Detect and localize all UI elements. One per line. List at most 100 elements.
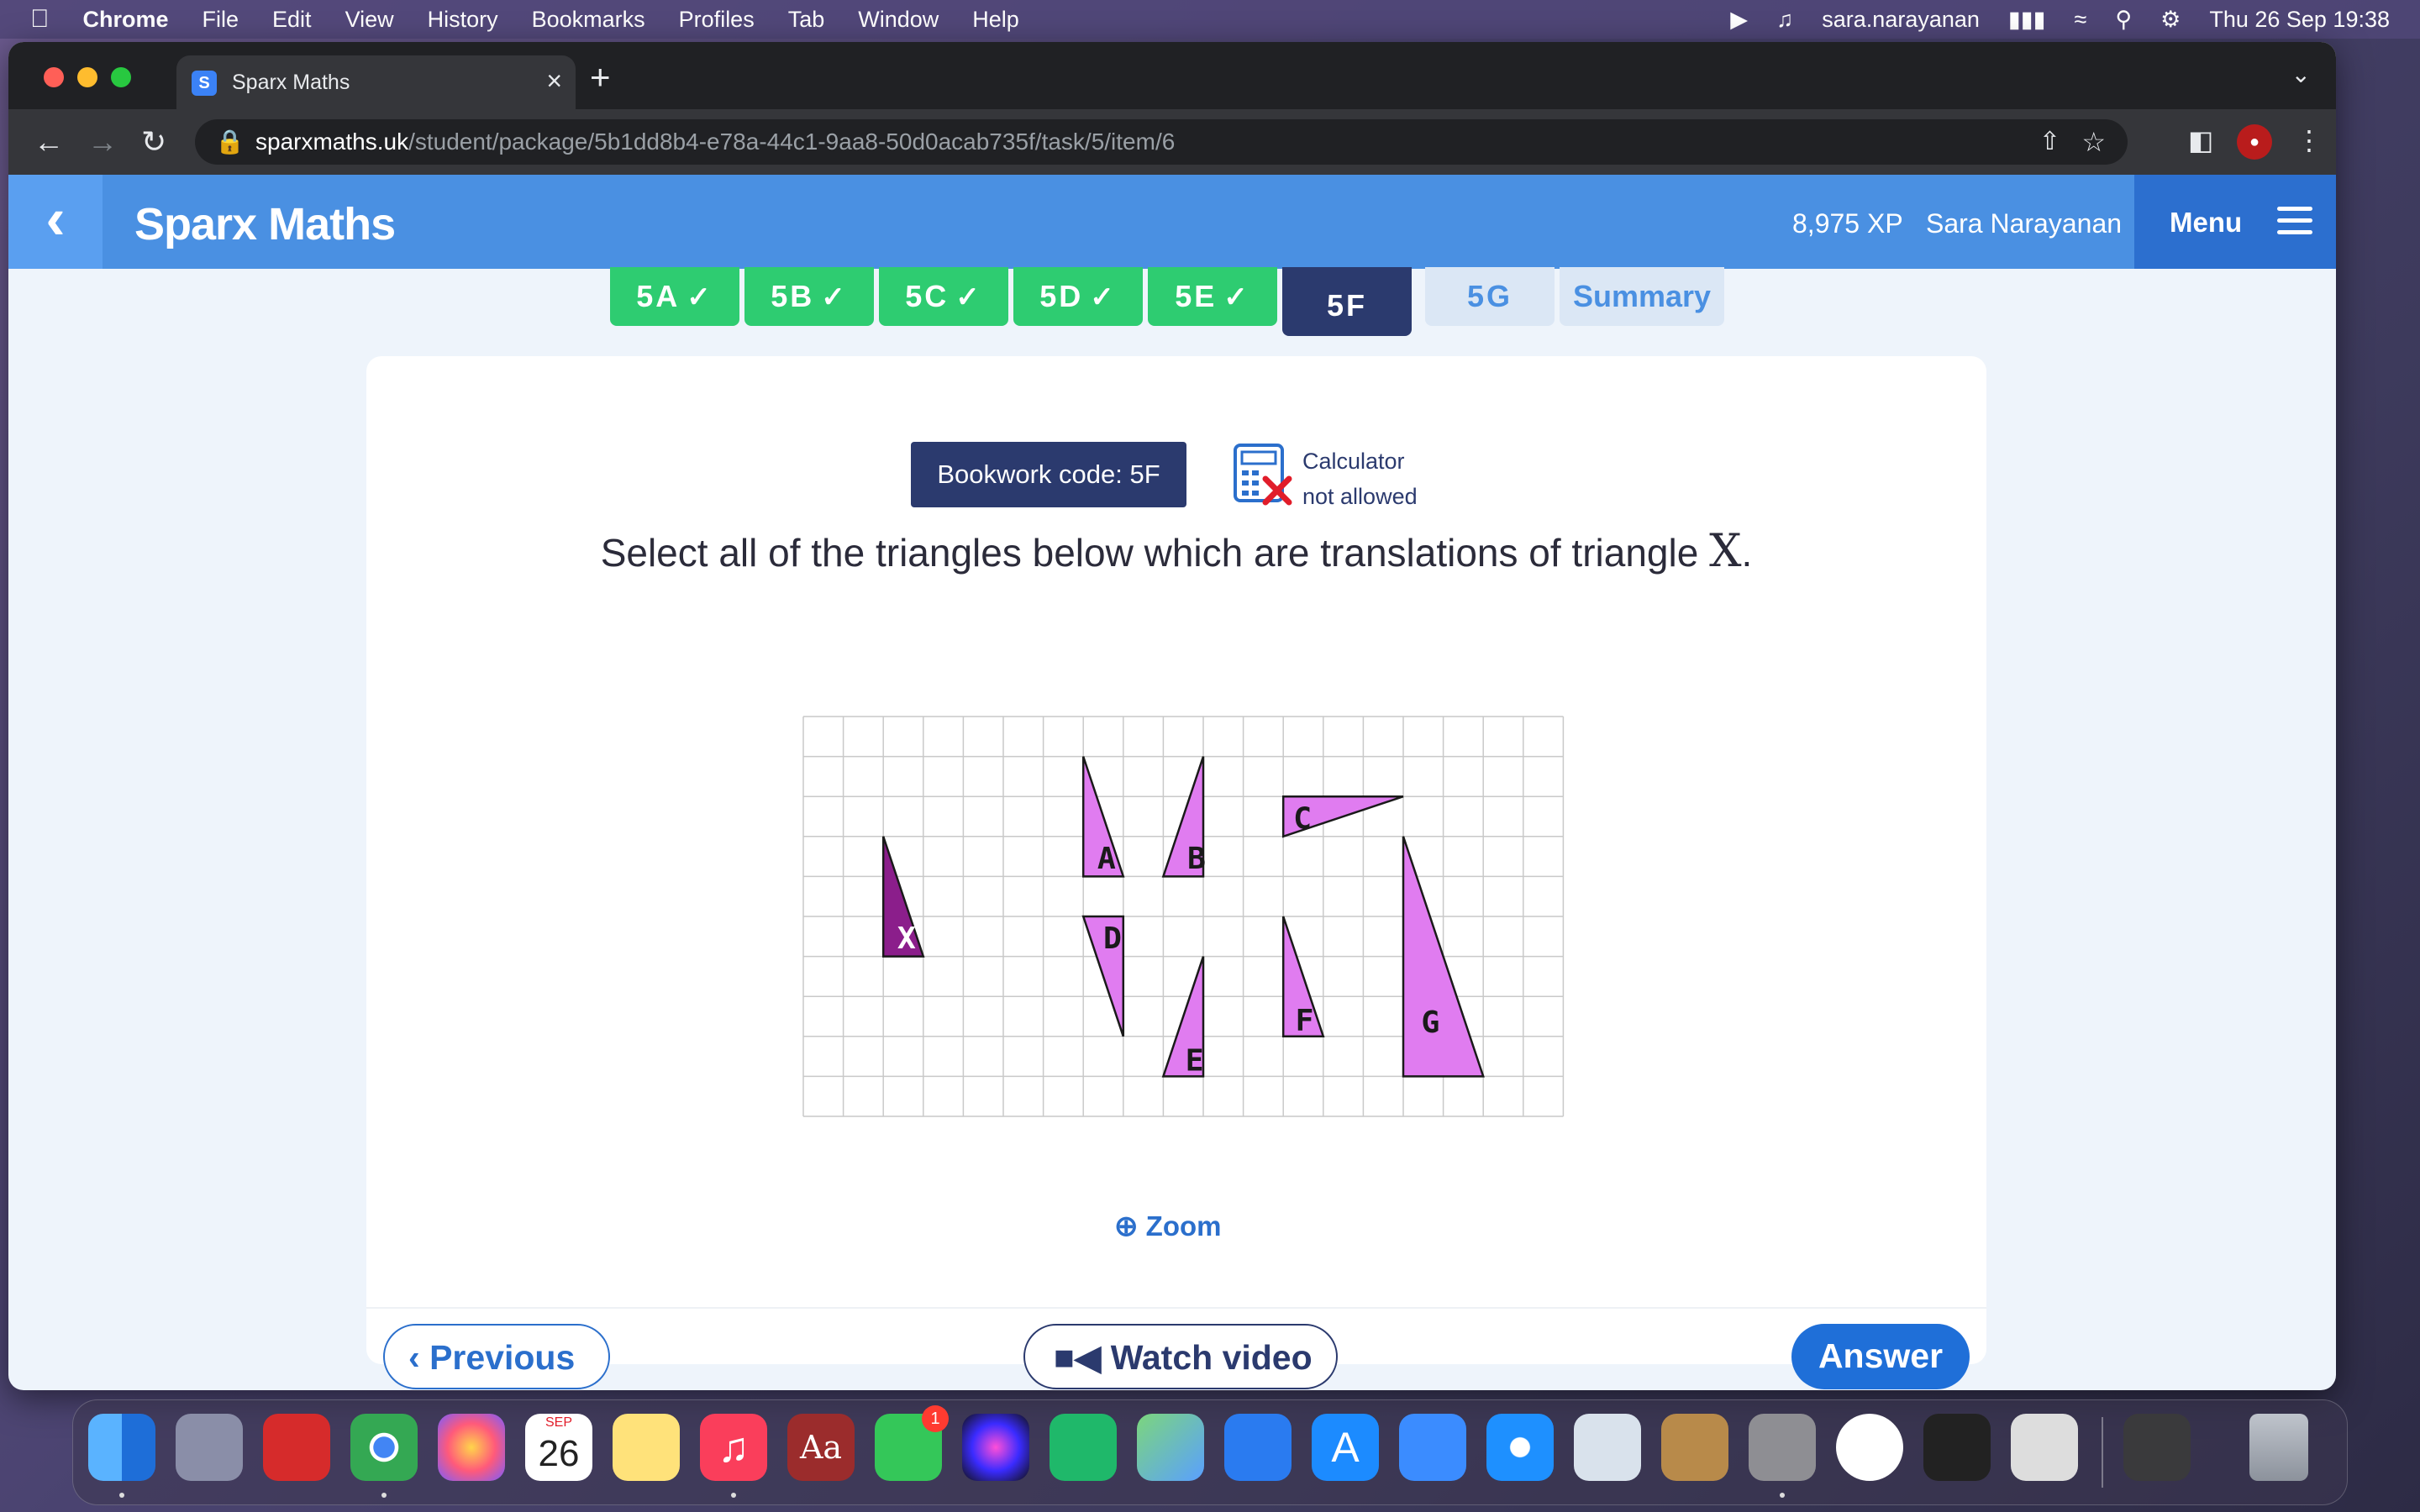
menu-app-name[interactable]: Chrome xyxy=(83,7,169,33)
back-chevron-button[interactable]: ‹ xyxy=(8,175,103,269)
menu-view[interactable]: View xyxy=(345,7,394,33)
calculator-not-allowed-icon xyxy=(1234,444,1292,506)
launchpad-icon[interactable] xyxy=(176,1414,243,1481)
close-window-button[interactable] xyxy=(44,67,64,87)
tab-label: 5A xyxy=(636,279,681,313)
tab-5b[interactable]: 5B ✓ xyxy=(744,267,874,326)
kebab-menu-icon[interactable]: ⋮ xyxy=(2296,124,2323,156)
bookwork-code: Bookwork code: 5F xyxy=(911,442,1186,507)
trash-icon[interactable] xyxy=(2249,1414,2308,1481)
maps-icon[interactable] xyxy=(1137,1414,1204,1481)
siri-icon[interactable] xyxy=(962,1414,1029,1481)
profile-avatar[interactable]: ● xyxy=(2237,124,2272,160)
wifi-icon[interactable]: ≈ xyxy=(2075,7,2087,33)
menu-file[interactable]: File xyxy=(203,7,239,33)
quicktime-icon[interactable] xyxy=(2123,1414,2191,1481)
tab-summary[interactable]: Summary xyxy=(1560,267,1724,326)
tab-label: 5C xyxy=(905,279,950,313)
lock-icon[interactable]: 🔒 xyxy=(215,119,245,165)
tab-5g[interactable]: 5G xyxy=(1425,267,1555,326)
check-icon: ✓ xyxy=(687,281,713,313)
calendar-icon[interactable]: SEP 26 xyxy=(525,1414,592,1481)
video-camera-icon: ■◀ xyxy=(1054,1338,1102,1377)
url-path: /student/package/5b1dd8b4-e78a-44c1-9aa8… xyxy=(408,129,1176,155)
menu-bookmarks[interactable]: Bookmarks xyxy=(532,7,645,33)
tab-title: Sparx Maths xyxy=(232,71,350,94)
calculator-line-1: Calculator xyxy=(1302,449,1405,474)
dictionary-icon[interactable]: Aa xyxy=(787,1414,855,1481)
chrome-icon[interactable] xyxy=(350,1414,418,1481)
reload-icon[interactable]: ↻ xyxy=(141,124,166,160)
apple-icon[interactable]:  xyxy=(30,5,50,34)
tab-5a[interactable]: 5A ✓ xyxy=(610,267,739,326)
icloud-weather-icon[interactable] xyxy=(1224,1414,1292,1481)
back-arrow-icon[interactable]: ← xyxy=(34,124,64,160)
menu-edit[interactable]: Edit xyxy=(272,7,312,33)
previous-button[interactable]: ‹ Previous xyxy=(383,1324,610,1389)
voice-memos-icon[interactable] xyxy=(1923,1414,1991,1481)
system-settings-icon[interactable] xyxy=(1749,1414,1816,1481)
music-icon[interactable]: ♫ xyxy=(700,1414,767,1481)
bookmark-star-icon[interactable]: ☆ xyxy=(2081,119,2106,165)
chevron-left-icon: ‹ xyxy=(408,1338,420,1377)
url-input[interactable]: 🔒 sparxmaths.uk/student/package/5b1dd8b4… xyxy=(195,119,2128,165)
zoom-button[interactable]: ⊕ Zoom xyxy=(1114,1210,1222,1243)
spotlight-search-icon[interactable]: ⚲ xyxy=(2115,7,2132,33)
menu-tab[interactable]: Tab xyxy=(788,7,825,33)
messages-icon[interactable]: 1 xyxy=(875,1405,949,1481)
watch-video-button[interactable]: ■◀ Watch video xyxy=(1023,1324,1338,1389)
finder-icon[interactable] xyxy=(88,1414,155,1481)
menubar-datetime[interactable]: Thu 26 Sep 19:38 xyxy=(2209,7,2390,33)
new-tab-button[interactable]: + xyxy=(590,57,611,97)
previous-label: Previous xyxy=(429,1338,576,1377)
macos-menu-bar:  Chrome File Edit View History Bookmark… xyxy=(0,0,2420,39)
side-panel-icon[interactable]: ◧ xyxy=(2188,124,2213,156)
preview-icon[interactable] xyxy=(1574,1414,1641,1481)
zoom-window-button[interactable] xyxy=(111,67,131,87)
menu-profiles[interactable]: Profiles xyxy=(679,7,755,33)
notes-icon[interactable] xyxy=(613,1414,680,1481)
mail-icon[interactable] xyxy=(1399,1414,1466,1481)
safari-icon[interactable] xyxy=(1486,1414,1554,1481)
share-icon[interactable]: ⇧ xyxy=(2039,119,2060,165)
photos-icon[interactable] xyxy=(438,1414,505,1481)
check-icon: ✓ xyxy=(1090,281,1117,313)
running-indicator xyxy=(381,1493,387,1498)
question-text: Select all of the triangles below which … xyxy=(366,524,1986,577)
triangle-label-f: F xyxy=(1295,1004,1313,1038)
find-my-icon[interactable] xyxy=(1050,1414,1117,1481)
triangle-label-e: E xyxy=(1186,1043,1204,1078)
contacts-icon[interactable] xyxy=(1661,1414,1728,1481)
address-bar: ← → ↻ 🔒 sparxmaths.uk/student/package/5b… xyxy=(8,109,2336,175)
app-store-icon[interactable]: A xyxy=(1312,1414,1379,1481)
tab-5f[interactable]: 5F xyxy=(1282,267,1412,336)
tab-5c[interactable]: 5C ✓ xyxy=(879,267,1008,326)
menu-help[interactable]: Help xyxy=(972,7,1019,33)
macos-dock: SEP 26 ♫ Aa 1 A xyxy=(72,1399,2348,1505)
tab-label: 5G xyxy=(1466,279,1513,313)
headphones-icon[interactable]: ♫ xyxy=(1776,7,1793,33)
tab-search-chevron-icon[interactable]: ⌄ xyxy=(2291,60,2311,88)
triangle-label-x: X xyxy=(897,921,916,956)
menu-history[interactable]: History xyxy=(428,7,498,33)
minimize-window-button[interactable] xyxy=(77,67,97,87)
menubar-user[interactable]: sara.narayanan xyxy=(1822,7,1980,33)
play-icon[interactable]: ▶ xyxy=(1730,7,1748,33)
question-card: Bookwork code: 5F Calculator not allowed … xyxy=(366,356,1986,1389)
brand-title: Sparx Maths xyxy=(134,199,396,249)
iphone-mirroring-icon[interactable] xyxy=(2011,1414,2078,1481)
browser-tab[interactable]: S Sparx Maths × xyxy=(176,55,576,109)
control-center-icon[interactable]: ⚙ xyxy=(2160,7,2181,33)
close-tab-icon[interactable]: × xyxy=(546,66,562,97)
browser-window: S Sparx Maths × + ⌄ ← → ↻ 🔒 sparxmaths.u… xyxy=(8,42,2336,1390)
menu-window[interactable]: Window xyxy=(858,7,939,33)
photo-booth-icon[interactable] xyxy=(263,1414,330,1481)
tab-5d[interactable]: 5D ✓ xyxy=(1013,267,1143,326)
menu-button[interactable]: Menu xyxy=(2134,175,2336,269)
battery-icon[interactable]: ▮▮▮ xyxy=(2008,7,2046,33)
question-variable: X xyxy=(1709,524,1742,577)
tab-5e[interactable]: 5E ✓ xyxy=(1148,267,1277,326)
forward-arrow-icon[interactable]: → xyxy=(87,124,118,160)
answer-button[interactable]: Answer xyxy=(1791,1324,1970,1389)
clock-icon[interactable] xyxy=(1836,1414,1903,1481)
